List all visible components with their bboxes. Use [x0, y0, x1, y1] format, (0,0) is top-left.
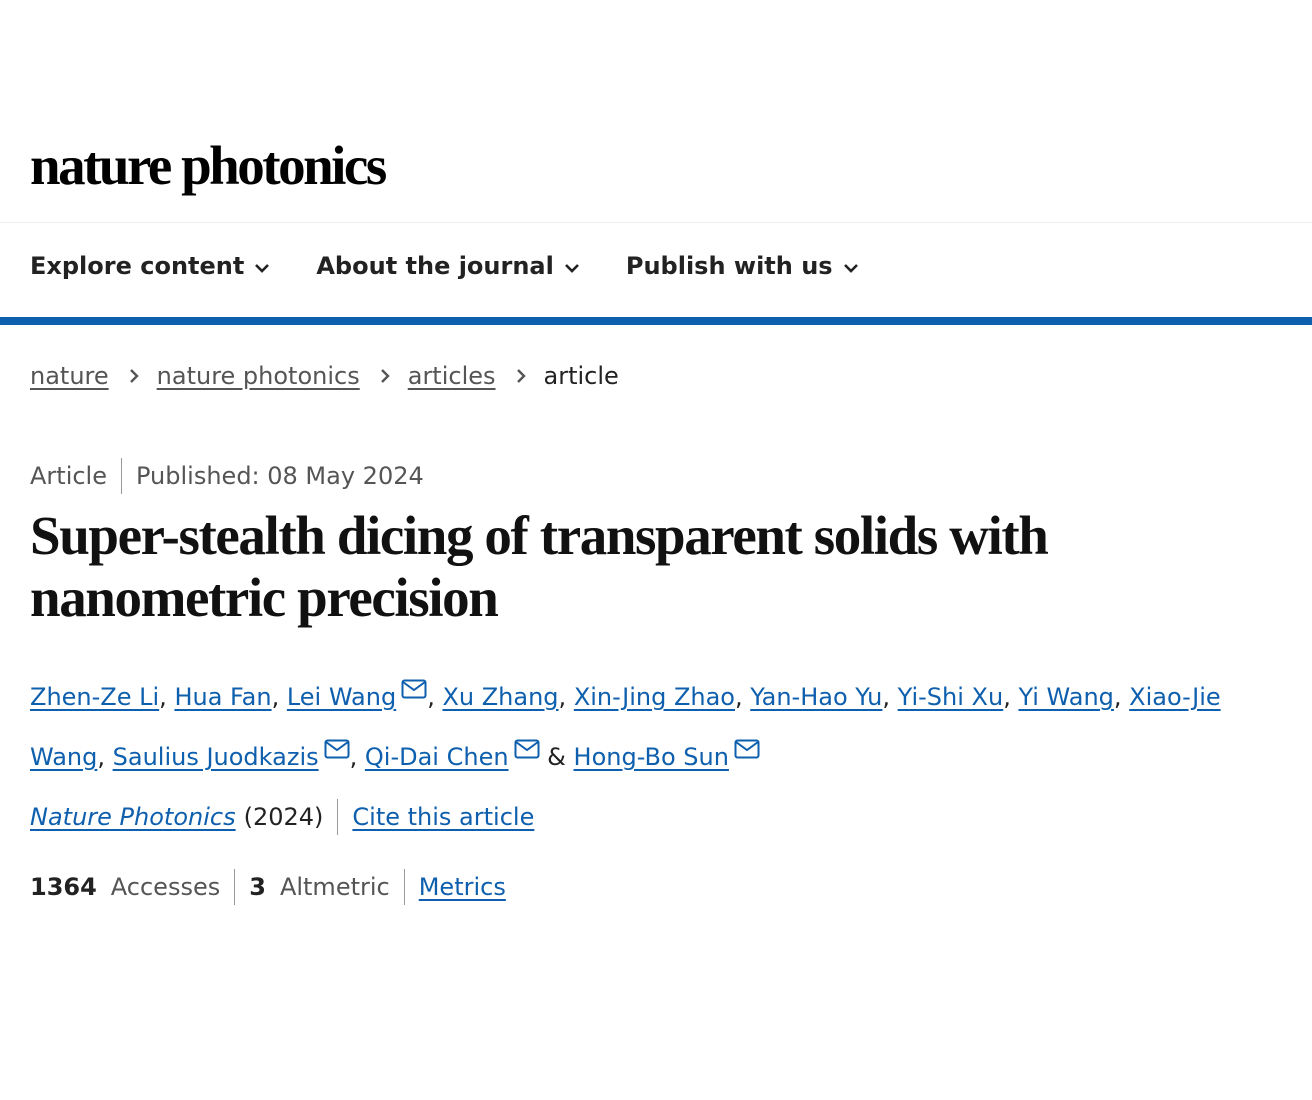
author-link[interactable]: Yi Wang — [1018, 683, 1113, 711]
journal-name-link[interactable]: Nature Photonics — [30, 803, 236, 831]
breadcrumb-current: article — [543, 362, 619, 390]
author-link[interactable]: Yan-Hao Yu — [750, 683, 882, 711]
divider — [121, 458, 122, 494]
breadcrumb: nature nature photonics articles article — [30, 362, 619, 390]
breadcrumb-articles[interactable]: articles — [408, 362, 496, 390]
nav-explore-content[interactable]: Explore content — [30, 252, 270, 280]
journal-logo[interactable]: nature photonics — [30, 138, 387, 193]
chevron-right-icon — [379, 362, 391, 390]
article-title: Super-stealth dicing of transparent soli… — [30, 505, 1049, 628]
author-link[interactable]: Zhen-Ze Li — [30, 683, 159, 711]
article-metrics: 1364 Accesses 3 Altmetric Metrics — [30, 869, 506, 905]
author-separator: , — [1113, 683, 1130, 711]
author-separator: , — [427, 683, 443, 711]
publication-year: (2024) — [243, 803, 324, 831]
chevron-down-icon — [843, 252, 859, 280]
author-link[interactable]: Xu Zhang — [442, 683, 558, 711]
divider — [337, 799, 339, 835]
author-link[interactable]: Xin-Jing Zhao — [574, 683, 735, 711]
author-list: Zhen-Ze Li, Hua Fan, Lei Wang, Xu Zhang,… — [30, 664, 1260, 784]
chevron-down-icon — [254, 252, 270, 280]
email-icon[interactable] — [734, 724, 760, 778]
email-icon[interactable] — [324, 724, 350, 778]
accesses-count: 1364 — [30, 873, 97, 901]
altmetric-label: Altmetric — [279, 873, 390, 901]
author-separator: , — [271, 683, 287, 711]
cite-this-article-link[interactable]: Cite this article — [352, 803, 534, 831]
email-icon[interactable] — [514, 724, 540, 778]
accent-bar — [0, 317, 1312, 325]
chevron-down-icon — [564, 252, 580, 280]
author-link[interactable]: Saulius Juodkazis — [113, 743, 319, 771]
divider — [403, 869, 405, 905]
article-meta: Article Published: 08 May 2024 — [30, 458, 424, 494]
journal-citation: Nature Photonics (2024) Cite this articl… — [30, 799, 534, 835]
author-separator: , — [159, 683, 175, 711]
altmetric-score: 3 — [249, 873, 266, 901]
author-link[interactable]: Hua Fan — [174, 683, 271, 711]
author-link[interactable]: Hong-Bo Sun — [574, 743, 729, 771]
accesses-label: Accesses — [110, 873, 221, 901]
divider — [234, 869, 236, 905]
author-link[interactable]: Lei Wang — [287, 683, 396, 711]
author-separator: , — [735, 683, 751, 711]
email-icon[interactable] — [401, 664, 427, 718]
chevron-right-icon — [128, 362, 140, 390]
nav-explore-content-label: Explore content — [30, 252, 245, 280]
author-joiner: & — [539, 743, 574, 771]
author-separator: , — [1003, 683, 1019, 711]
article-type: Article — [30, 462, 107, 490]
nav-about-the-journal[interactable]: About the journal — [316, 252, 580, 280]
author-separator: , — [882, 683, 898, 711]
main-nav: Explore content About the journal Publis… — [30, 252, 859, 280]
author-separator: , — [558, 683, 574, 711]
nav-about-the-journal-label: About the journal — [316, 252, 554, 280]
author-link[interactable]: Qi-Dai Chen — [365, 743, 509, 771]
breadcrumb-nature[interactable]: nature — [30, 362, 109, 390]
author-separator: , — [349, 743, 365, 771]
chevron-right-icon — [515, 362, 527, 390]
nav-publish-with-us-label: Publish with us — [625, 252, 833, 280]
header-divider — [0, 222, 1312, 223]
author-link[interactable]: Yi-Shi Xu — [898, 683, 1004, 711]
metrics-link[interactable]: Metrics — [419, 873, 506, 901]
publication-date: Published: 08 May 2024 — [136, 462, 424, 490]
author-separator: , — [97, 743, 113, 771]
nav-publish-with-us[interactable]: Publish with us — [626, 252, 859, 280]
breadcrumb-nature-photonics[interactable]: nature photonics — [157, 362, 360, 390]
